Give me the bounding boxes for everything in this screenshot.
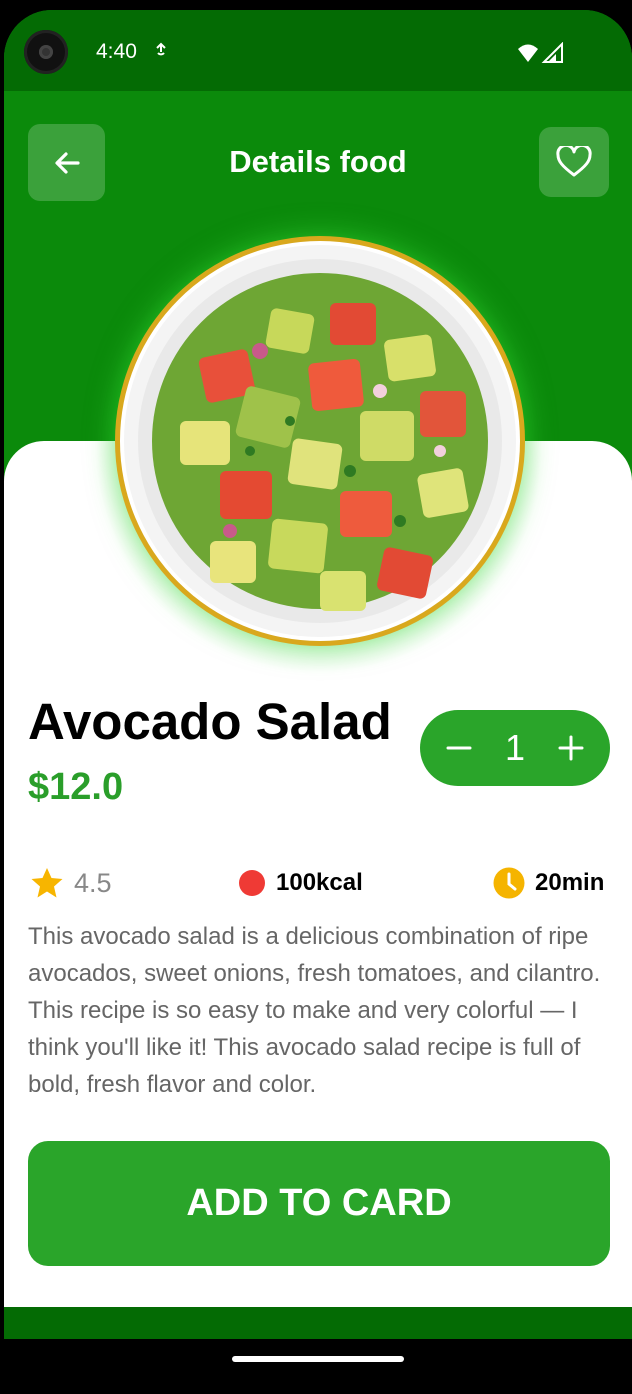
food-meta-row: 4.5 100kcal 20min	[28, 863, 610, 903]
quantity-stepper: 1	[420, 710, 610, 786]
status-time: 4:40	[96, 40, 137, 63]
decrease-quantity-button[interactable]	[442, 731, 476, 765]
page-title: Details food	[229, 144, 407, 179]
duration-info: 20min	[493, 863, 604, 903]
heart-outline-icon	[556, 146, 592, 177]
bottom-bar	[4, 1307, 632, 1339]
plus-icon	[558, 735, 584, 761]
rating-value: 4.5	[74, 867, 112, 898]
quantity-value: 1	[504, 727, 526, 768]
home-gesture-handle[interactable]	[232, 1356, 404, 1362]
calories-info: 100kcal	[238, 863, 363, 903]
minus-icon	[446, 746, 472, 750]
wifi-signal-icon	[518, 42, 563, 63]
calories-value: 100kcal	[276, 869, 363, 896]
add-to-cart-button[interactable]: ADD TO CARD	[28, 1141, 610, 1266]
favorite-button[interactable]	[539, 127, 609, 197]
phone-screen: 4:40 Details food Avocado Salad $12.0 1 …	[4, 10, 632, 1394]
duration-value: 20min	[535, 869, 605, 896]
system-navigation-bar	[0, 1339, 632, 1394]
red-dot-icon	[239, 870, 265, 896]
increase-quantity-button[interactable]	[554, 731, 588, 765]
food-image	[120, 241, 520, 641]
food-description: This avocado salad is a delicious combin…	[28, 923, 601, 1098]
food-price: $12.0	[28, 766, 124, 808]
clock-icon	[493, 867, 525, 899]
status-bar: 4:40	[4, 10, 632, 91]
camera-cutout	[24, 30, 68, 74]
data-saver-icon	[154, 42, 168, 65]
star-icon	[31, 868, 63, 898]
rating-info: 4.5	[30, 863, 112, 903]
food-name: Avocado Salad	[28, 693, 392, 750]
